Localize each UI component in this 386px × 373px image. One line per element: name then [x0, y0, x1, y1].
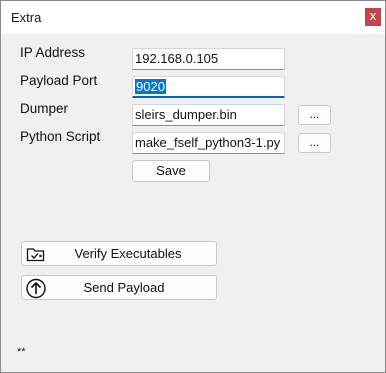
dumper-input[interactable]: sleirs_dumper.bin — [132, 104, 285, 126]
send-payload-label: Send Payload — [83, 280, 165, 295]
save-label: Save — [156, 163, 186, 178]
dumper-browse-label: ... — [309, 107, 320, 121]
extra-window: Extra x IP Address 192.168.0.105 Payload… — [0, 0, 386, 373]
verify-executables-button[interactable]: Verify Executables — [21, 241, 217, 266]
python-script-input[interactable]: make_fself_python3-1.py — [132, 132, 285, 154]
title-bar[interactable]: Extra x — [1, 1, 385, 34]
send-payload-button[interactable]: Send Payload — [21, 275, 217, 300]
close-icon: x — [369, 9, 377, 23]
payload-port-value: 9020 — [135, 79, 166, 94]
close-button[interactable]: x — [365, 8, 381, 26]
python-script-value: make_fself_python3-1.py — [135, 135, 281, 150]
ip-address-value: 192.168.0.105 — [135, 51, 219, 66]
status-text: ** — [17, 346, 26, 358]
upload-arrow-icon — [26, 278, 46, 299]
dumper-value: sleirs_dumper.bin — [135, 107, 237, 122]
dumper-browse-button[interactable]: ... — [298, 105, 331, 125]
python-script-label: Python Script — [20, 129, 101, 144]
folder-check-icon — [26, 248, 45, 262]
payload-port-label: Payload Port — [20, 73, 98, 88]
verify-executables-label: Verify Executables — [74, 246, 182, 261]
ip-address-label: IP Address — [20, 45, 86, 60]
payload-port-input[interactable]: 9020 — [132, 76, 285, 98]
python-script-browse-button[interactable]: ... — [298, 133, 331, 153]
python-script-browse-label: ... — [309, 135, 320, 149]
save-button[interactable]: Save — [132, 160, 210, 182]
window-title: Extra — [11, 10, 42, 25]
ip-address-input[interactable]: 192.168.0.105 — [132, 48, 285, 70]
dumper-label: Dumper — [20, 101, 69, 116]
